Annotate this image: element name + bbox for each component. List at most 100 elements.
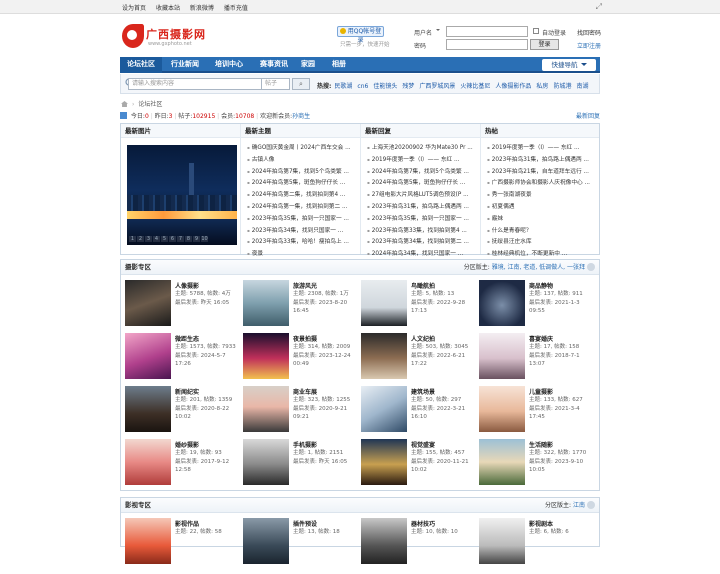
forum-name[interactable]: 插件预设 (293, 519, 317, 528)
hot-search-item[interactable]: 火辣比基尼 (460, 83, 490, 90)
weibo-link[interactable]: 新浪微博 (190, 5, 214, 12)
forum-name[interactable]: 影视剧本 (529, 519, 553, 528)
quick-nav-button[interactable]: 快捷导航 (542, 59, 596, 71)
hot-search-item[interactable]: 私房 (536, 83, 548, 90)
auto-login-checkbox[interactable] (533, 28, 539, 34)
forum-name[interactable]: 喜宴婚庆 (529, 334, 553, 343)
list-item[interactable]: 2023年拍鸟35集，拍到一只国家一 ... (247, 213, 360, 225)
forum-name[interactable]: 建筑场景 (411, 387, 435, 396)
forum-thumbnail[interactable] (125, 333, 171, 379)
list-item[interactable]: 初夏偶遇 (487, 201, 599, 213)
hot-search-item[interactable]: 佳能镜头 (373, 83, 397, 90)
forum-name[interactable]: 微距生态 (175, 334, 199, 343)
home-icon[interactable] (121, 101, 128, 107)
nav-forum[interactable]: 论坛社区 (120, 57, 162, 73)
list-item[interactable]: 2024年拍鸟第7集，找到5个鸟类繁 ... (247, 166, 360, 178)
list-item[interactable]: 2024年拍鸟第一集，找到拍到第二 ... (247, 201, 360, 213)
forum-thumbnail[interactable] (125, 518, 171, 564)
forum-thumbnail[interactable] (479, 333, 525, 379)
last-post-time[interactable]: 昨天 16:05 (201, 300, 230, 306)
hot-search-item[interactable]: 防城港 (553, 83, 571, 90)
forum-name[interactable]: 人文纪拍 (411, 334, 435, 343)
forum-thumbnail[interactable] (243, 333, 289, 379)
list-item[interactable]: 2023年拍鸟第33集，找到拍到第4 ... (367, 225, 480, 237)
forum-thumbnail[interactable] (479, 280, 525, 326)
forum-thumbnail[interactable] (479, 518, 525, 564)
last-post-time[interactable]: 昨天 16:05 (319, 459, 348, 465)
hot-search-item[interactable]: 民歌湖 (334, 83, 352, 90)
find-password-link[interactable]: 找回密码 (577, 28, 601, 37)
nav-album[interactable]: 相册 (326, 57, 352, 73)
list-item[interactable]: 2019年度第一季（I）—— 东红 ... (487, 142, 599, 154)
forum-name[interactable]: 生活随影 (529, 440, 553, 449)
forum-thumbnail[interactable] (243, 280, 289, 326)
newest-member-link[interactable]: 孙商生 (292, 113, 310, 120)
search-input[interactable]: 请输入搜索内容 (128, 78, 262, 90)
list-item[interactable]: 2023年拍鸟21集，自车道拜车远行 ... (487, 166, 599, 178)
login-button[interactable]: 登录 (530, 39, 559, 50)
list-item[interactable]: 什么是青春呢？ (487, 225, 599, 237)
forum-name[interactable]: 儿童摄影 (529, 387, 553, 396)
forum-name[interactable]: 器材技巧 (411, 519, 435, 528)
breadcrumb-forum[interactable]: 论坛社区 (138, 101, 162, 108)
forum-thumbnail[interactable] (125, 439, 171, 485)
forum-name[interactable]: 人像摄影 (175, 281, 199, 290)
hot-search-item[interactable]: cn6 (357, 83, 368, 90)
forum-name[interactable]: 商业车展 (293, 387, 317, 396)
search-button[interactable]: ⌕ (292, 78, 310, 90)
list-item[interactable]: 2023年拍鸟35集，拍到一只国家一 ... (367, 213, 480, 225)
username-type-select[interactable]: 用户名 (414, 28, 432, 37)
list-item[interactable]: 霰妹 (487, 213, 599, 225)
list-item[interactable]: 广西摄影师协会和摄影人庆祝像中心 ... (487, 177, 599, 189)
latest-image-slide[interactable]: 1 2 3 4 5 6 7 8 9 10 (127, 145, 237, 245)
hot-search-item[interactable]: 人像摄影作品 (495, 83, 531, 90)
nav-news[interactable]: 行业新闻 (164, 57, 206, 73)
hot-search-item[interactable]: 南湖 (576, 83, 588, 90)
hot-search-item[interactable]: 广西罗城风景 (419, 83, 455, 90)
site-logo[interactable]: 广西摄影网 www.gxphoto.net (122, 24, 212, 50)
list-item[interactable]: 上海天池20200902 华为Mate30 Pr ... (367, 142, 480, 154)
collapse-toggle-icon[interactable] (587, 263, 595, 271)
list-item[interactable]: 2024年拍鸟第7集，找到5个鸟类繁 ... (367, 166, 480, 178)
recharge-link[interactable]: 播币充值 (224, 5, 248, 12)
nav-contests[interactable]: 赛事资讯 (253, 57, 295, 73)
list-item[interactable]: 古镇人像 (247, 154, 360, 166)
forum-name[interactable]: 新闻纪实 (175, 387, 199, 396)
forum-thumbnail[interactable] (479, 386, 525, 432)
set-homepage-link[interactable]: 设为首页 (122, 5, 146, 12)
nav-home[interactable]: 家园 (295, 57, 321, 73)
forum-name[interactable]: 婚纱摄影 (175, 440, 199, 449)
forum-name[interactable]: 夜景拍摄 (293, 334, 317, 343)
forum-name[interactable]: 鸟瞰航拍 (411, 281, 435, 290)
list-item[interactable]: 确GO国庆黄金周丨2024广西车交会 ... (247, 142, 360, 154)
list-item[interactable]: 27组电影大片风格LUT5调色预设(P ... (367, 189, 480, 201)
list-item[interactable]: 2024年拍鸟第5集，斑鱼狗仔仔长 ... (367, 177, 480, 189)
list-item[interactable]: 2023年拍鸟34集，找到只国家一 ... (247, 225, 360, 237)
collapse-toggle-icon[interactable] (587, 501, 595, 509)
forum-thumbnail[interactable] (243, 518, 289, 564)
bookmark-link[interactable]: 收藏本站 (156, 5, 180, 12)
list-item[interactable]: 抚绥县汪庄水库 (487, 236, 599, 248)
forum-thumbnail[interactable] (125, 386, 171, 432)
forum-name[interactable]: 旅游风光 (293, 281, 317, 290)
forum-thumbnail[interactable] (361, 518, 407, 564)
section-title[interactable]: 摄影专区 (125, 263, 151, 271)
forum-thumbnail[interactable] (243, 386, 289, 432)
forum-name[interactable]: 手机摄影 (293, 440, 317, 449)
list-item[interactable]: 2023年拍鸟33集，哈哈！瘦拍鸟上 ... (247, 236, 360, 248)
forum-thumbnail[interactable] (479, 439, 525, 485)
new-reply-link[interactable]: 最新回复 (576, 111, 600, 120)
search-scope-select[interactable]: 帖子 (262, 78, 290, 90)
qq-login-button[interactable]: 用QQ帐号登录 (337, 26, 384, 44)
expand-icon[interactable]: ⤢ (596, 2, 602, 12)
list-item[interactable]: 2023年拍鸟31集，拍鸟路上偶遇两 ... (367, 201, 480, 213)
forum-name[interactable]: 视觉盛宴 (411, 440, 435, 449)
forum-thumbnail[interactable] (361, 386, 407, 432)
list-item[interactable]: 2023年拍鸟31集，拍鸟路上偶遇两 ... (487, 154, 599, 166)
forum-thumbnail[interactable] (361, 333, 407, 379)
list-item[interactable]: 2024年拍鸟第二集，找到拍到第4 ... (247, 189, 360, 201)
hot-search-item[interactable]: 残梦 (402, 83, 414, 90)
forum-thumbnail[interactable] (361, 439, 407, 485)
forum-thumbnail[interactable] (125, 280, 171, 326)
list-item[interactable]: 2023年拍鸟第34集，找到拍到第二 ... (367, 236, 480, 248)
